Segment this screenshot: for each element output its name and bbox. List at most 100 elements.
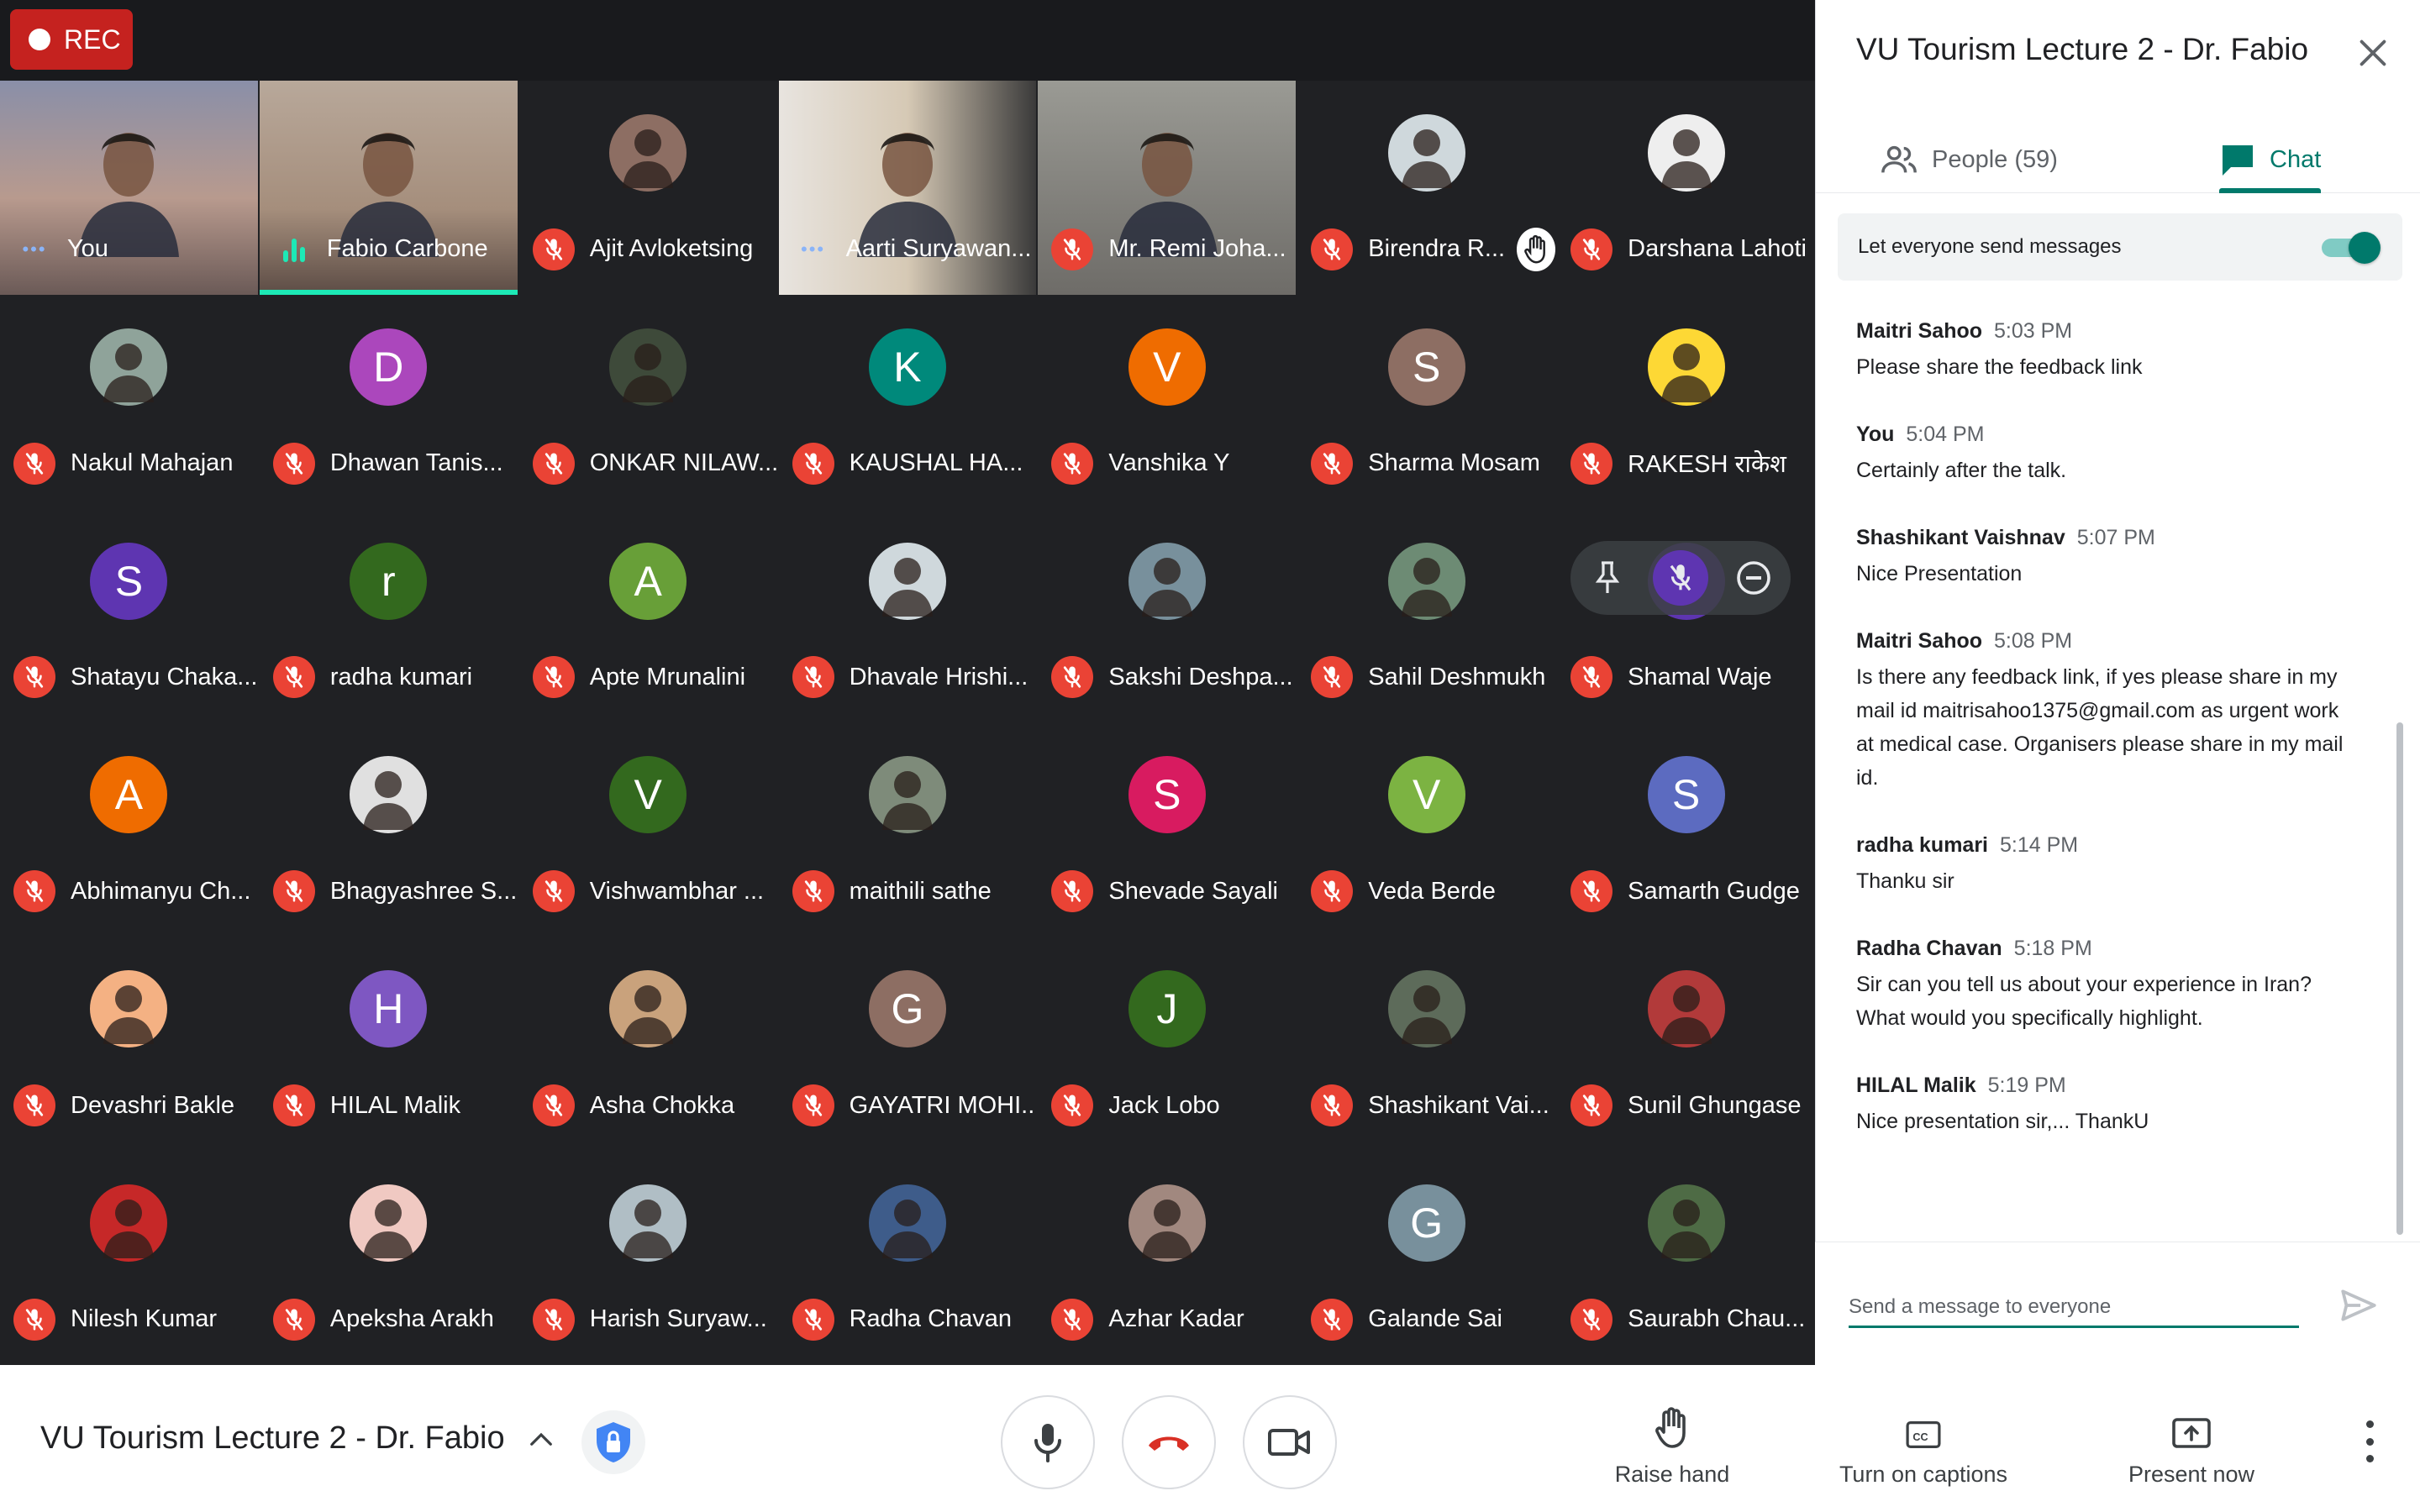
participant-tile[interactable]: Mr. Remi Joha... [1038, 81, 1297, 295]
captions-icon: CC [1906, 1420, 1941, 1449]
tile-hover-controls [1570, 540, 1791, 615]
mic-off-icon [1051, 870, 1094, 913]
tab-chat[interactable]: Chat [2219, 126, 2322, 193]
participant-tile[interactable]: G Galande Sai [1297, 1151, 1555, 1365]
participant-tile[interactable]: S Shevade Sayali [1038, 722, 1296, 937]
allow-messages-toggle[interactable] [2322, 232, 2382, 264]
participant-tile[interactable]: Asha Chokka [519, 937, 777, 1151]
avatar [1647, 114, 1725, 192]
participant-tile[interactable]: Fabio Carbone [259, 81, 518, 295]
participant-tile[interactable]: V Veda Berde [1297, 722, 1555, 937]
avatar [350, 756, 428, 834]
captions-button[interactable]: CC Turn on captions [1835, 1395, 2012, 1488]
camera-button[interactable] [1243, 1395, 1337, 1489]
participant-name: Azhar Kadar [1108, 1305, 1244, 1333]
participant-tile[interactable]: Ajit Avloketsing [519, 81, 777, 295]
chat-icon [2223, 145, 2253, 176]
participant-tile[interactable]: Harish Suryaw... [519, 1151, 777, 1365]
participant-tile[interactable]: A Abhimanyu Ch... [0, 722, 258, 937]
tab-people[interactable]: People (59) [1880, 126, 2058, 193]
participant-label: Vishwambhar ... [519, 868, 777, 915]
participant-tile[interactable]: Nilesh Kumar [0, 1151, 258, 1365]
participant-tile[interactable]: RAKESH राकेश [1557, 295, 1815, 509]
mic-off-icon [1570, 228, 1613, 270]
participant-tile[interactable]: J Jack Lobo [1038, 937, 1296, 1151]
mic-off-icon [532, 656, 575, 699]
chat-message: Shashikant Vaishnav 5:07 PM Nice Presentat… [1856, 526, 2360, 591]
participant-label: radha kumari [260, 654, 518, 701]
participant-tile[interactable]: S Sharma Mosam [1297, 295, 1555, 509]
recording-label: REC [64, 24, 121, 55]
chat-sender: You [1856, 423, 1895, 446]
participant-tile[interactable]: Sunil Ghungase [1557, 937, 1815, 1151]
chat-text: Nice presentation sir,... ThankU [1856, 1110, 2149, 1133]
participant-tile[interactable]: Sahil Deshmukh [1297, 509, 1555, 723]
participant-tile[interactable]: V Vanshika Y [1038, 295, 1296, 509]
participant-tile[interactable]: ••• You [0, 81, 258, 295]
participant-tile[interactable]: G GAYATRI MOHI... [779, 937, 1036, 1151]
participant-tile[interactable]: Devashri Bakle [0, 937, 258, 1151]
participant-tile[interactable]: S Shatayu Chaka... [0, 509, 258, 723]
participant-tile[interactable]: K KAUSHAL HA... [779, 295, 1037, 509]
present-button[interactable]: Present now [2118, 1395, 2265, 1488]
participant-tile[interactable]: maithili sathe [779, 722, 1037, 937]
chat-text: Thanku sir [1856, 869, 1954, 893]
participant-label: Saurabh Chau... [1557, 1296, 1815, 1343]
microphone-button[interactable] [1001, 1395, 1095, 1489]
mic-off-icon [532, 870, 575, 913]
raise-hand-button[interactable]: Raise hand [1613, 1395, 1731, 1488]
participant-label: Birendra R... [1297, 226, 1556, 273]
participant-tile[interactable]: r radha kumari [260, 509, 518, 723]
participant-name: Birendra R... [1368, 235, 1506, 263]
participant-tile[interactable]: ONKAR NILAW... [519, 295, 777, 509]
more-options-icon[interactable] [2353, 1420, 2386, 1462]
participant-tile[interactable]: SShamal Waje [1557, 509, 1815, 723]
participant-tile[interactable]: Shashikant Vai... [1297, 937, 1555, 1151]
participant-label: Apeksha Arakh [260, 1296, 518, 1343]
mic-off-icon [272, 870, 315, 913]
participant-tile[interactable]: Nakul Mahajan [0, 295, 258, 509]
participant-tile[interactable]: A Apte Mrunalini [519, 509, 777, 723]
remove-participant-icon[interactable] [1726, 550, 1781, 606]
participant-tile[interactable]: Birendra R... [1297, 81, 1556, 295]
participant-name: Shashikant Vai... [1368, 1091, 1549, 1119]
participant-label: Dhavale Hrishi... [779, 654, 1037, 701]
participant-tile[interactable]: V Vishwambhar ... [519, 722, 777, 937]
chat-scrollbar[interactable] [2396, 722, 2403, 1235]
participant-tile[interactable]: Radha Chavan [779, 1151, 1037, 1365]
pin-icon[interactable] [1580, 550, 1635, 606]
participant-tile[interactable]: S Samarth Gudge [1557, 722, 1815, 937]
chat-text: Certainly after the talk. [1856, 459, 2067, 482]
chat-message-meta: You 5:04 PM [1856, 423, 2360, 447]
participant-tile[interactable]: Bhagyashree S... [260, 722, 518, 937]
mic-off-icon [13, 442, 55, 485]
participant-label: Devashri Bakle [0, 1082, 258, 1129]
send-icon[interactable] [2338, 1284, 2380, 1326]
participant-label: Mr. Remi Joha... [1038, 226, 1296, 273]
participant-tile[interactable]: Azhar Kadar [1038, 1151, 1296, 1365]
avatar [609, 328, 687, 406]
participant-label: KAUSHAL HA... [779, 440, 1037, 487]
participant-tile[interactable]: Saurabh Chau... [1557, 1151, 1815, 1365]
chat-sender: Shashikant Vaishnav [1856, 526, 2065, 549]
close-icon[interactable] [2354, 34, 2392, 72]
participant-tile[interactable]: H HILAL Malik [260, 937, 518, 1151]
participant-name: Apte Mrunalini [589, 663, 746, 690]
mute-participant-icon[interactable] [1653, 549, 1709, 606]
chat-message-input[interactable] [1849, 1288, 2299, 1328]
participant-tile[interactable]: Darshana Lahoti [1557, 81, 1815, 295]
participant-tile[interactable]: Sakshi Deshpa... [1038, 509, 1296, 723]
mic-off-icon [1311, 228, 1354, 270]
avatar: S [1387, 328, 1465, 406]
participant-tile[interactable]: ••• Aarti Suryawan... [778, 81, 1037, 295]
participant-tile[interactable]: D Dhawan Tanis... [260, 295, 518, 509]
chat-text: Sir can you tell us about your experienc… [1856, 973, 2312, 1030]
leave-call-button[interactable] [1122, 1395, 1216, 1489]
mic-off-icon [532, 442, 575, 485]
participant-tile[interactable]: Dhavale Hrishi... [779, 509, 1037, 723]
participant-tile[interactable]: Apeksha Arakh [260, 1151, 518, 1365]
security-shield-icon[interactable] [581, 1410, 645, 1474]
avatar: V [609, 756, 687, 834]
participant-name: ONKAR NILAW... [589, 449, 777, 477]
meeting-details-toggle[interactable]: VU Tourism Lecture 2 - Dr. Fabio [40, 1420, 554, 1457]
